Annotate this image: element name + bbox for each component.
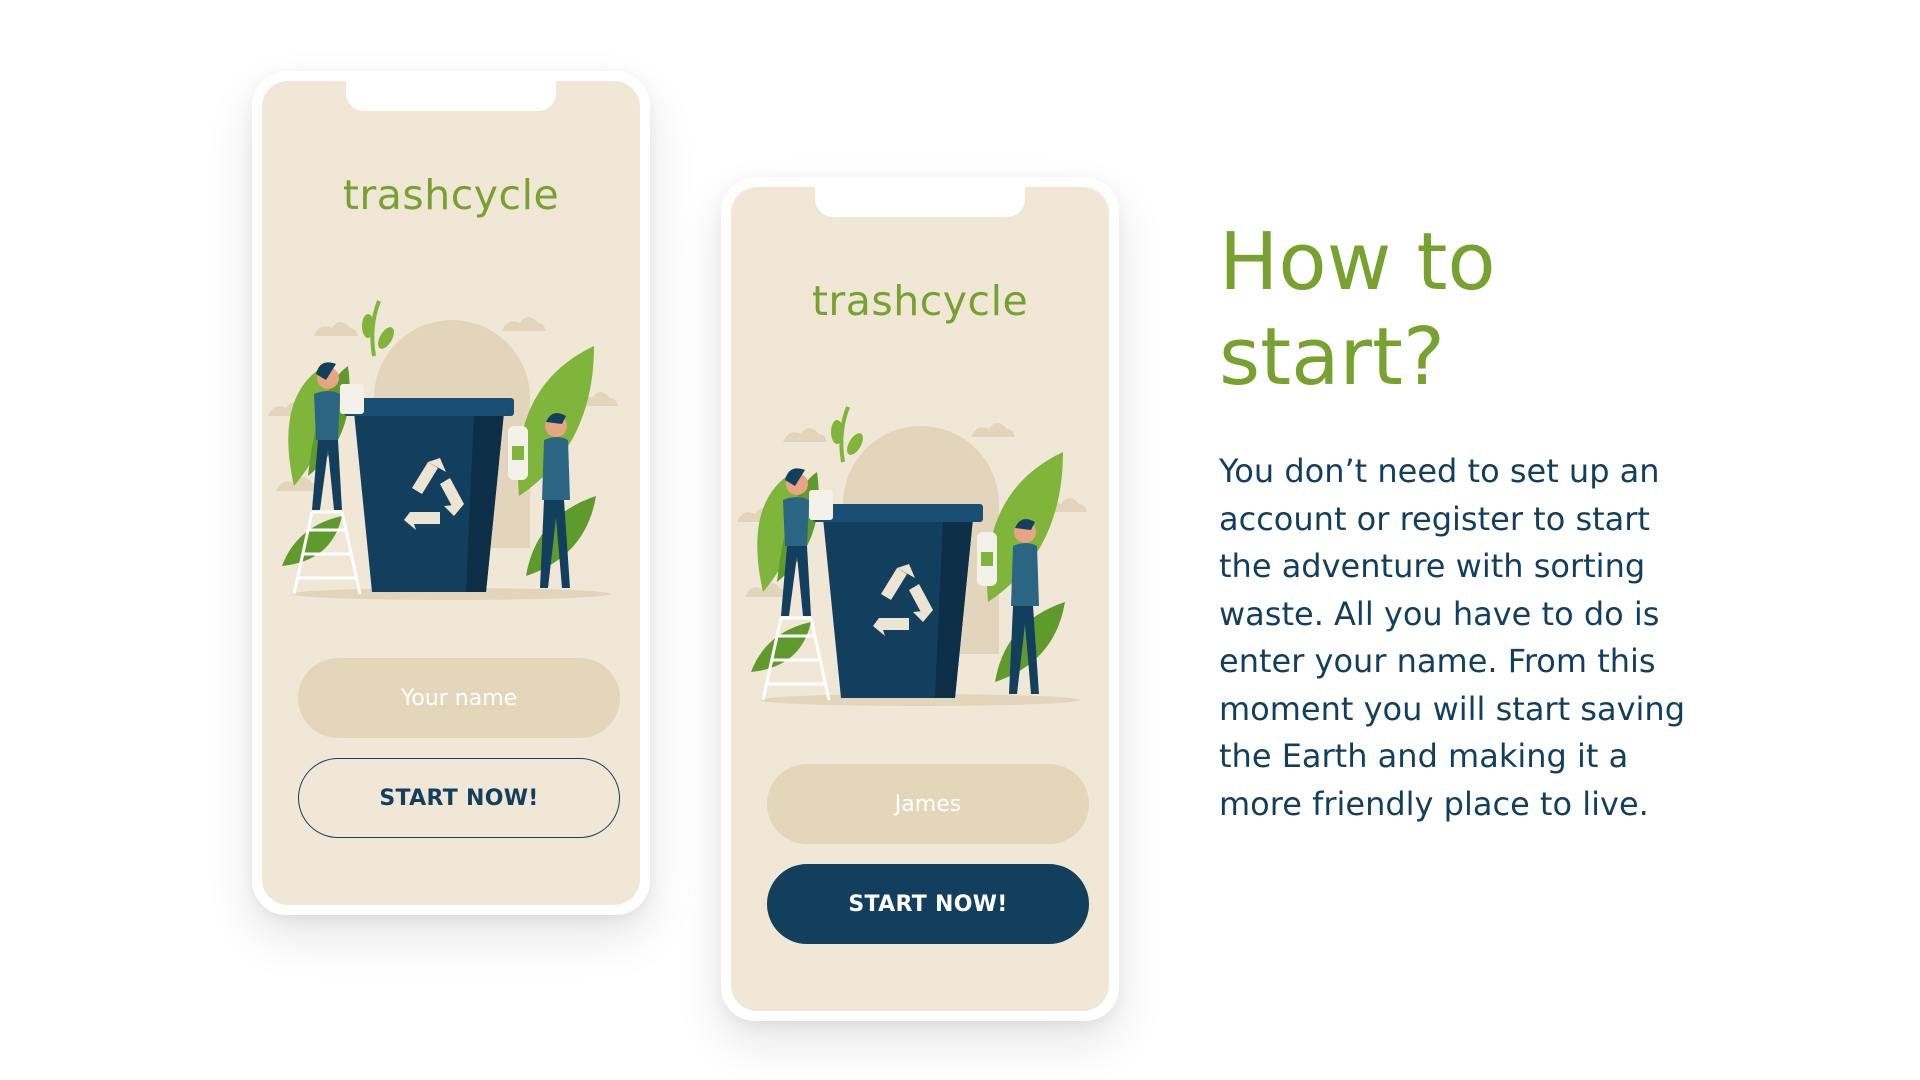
recycling-illustration bbox=[266, 299, 620, 602]
name-input[interactable] bbox=[767, 764, 1089, 844]
start-now-button[interactable]: START NOW! bbox=[767, 864, 1089, 944]
phone-notch bbox=[815, 187, 1025, 217]
phone-screen: trashcycle START NOW! bbox=[731, 187, 1109, 1011]
recycling-illustration bbox=[735, 405, 1089, 708]
phone-mockup-empty: trashcycle START NOW! bbox=[252, 71, 650, 915]
description-text: You don’t need to set up an account or r… bbox=[1219, 452, 1685, 823]
start-now-button[interactable]: START NOW! bbox=[298, 758, 620, 838]
app-title: trashcycle bbox=[342, 171, 560, 219]
headline: How to start? bbox=[1219, 216, 1496, 403]
app-title: trashcycle bbox=[811, 277, 1029, 325]
name-input[interactable] bbox=[298, 658, 620, 738]
phone-screen: trashcycle START NOW! bbox=[262, 81, 640, 905]
phone-mockup-filled: trashcycle START NOW! bbox=[721, 177, 1119, 1021]
phone-notch bbox=[346, 81, 556, 111]
